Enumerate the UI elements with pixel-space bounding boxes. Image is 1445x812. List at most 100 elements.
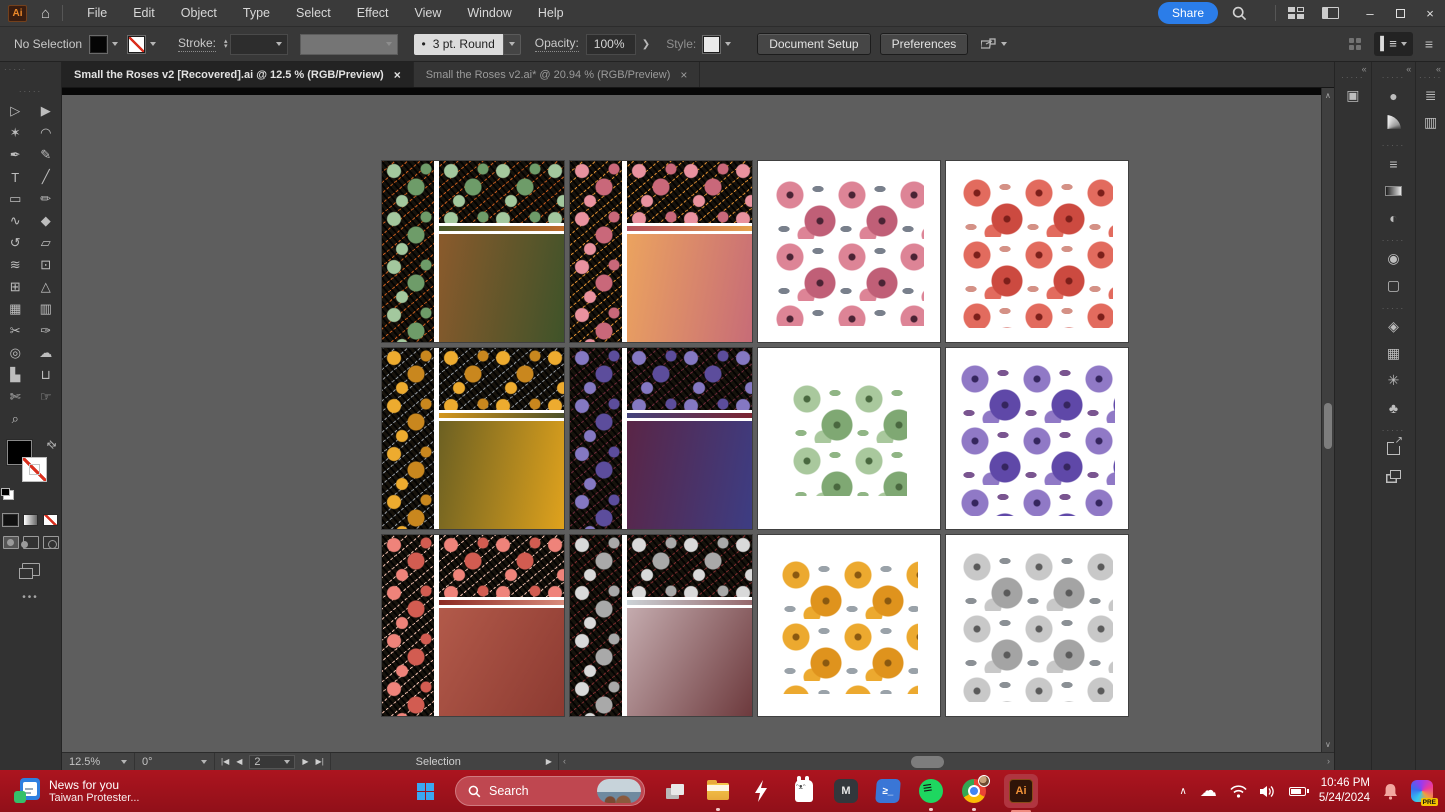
shape-builder-tool[interactable]: ⊞ xyxy=(0,276,31,298)
document-tab[interactable]: Small the Roses v2 [Recovered].ai @ 12.5… xyxy=(62,62,414,87)
stroke-weight-label[interactable]: Stroke: xyxy=(178,36,216,52)
menu-view[interactable]: View xyxy=(415,6,442,20)
rotation-dropdown[interactable]: 0° xyxy=(135,753,215,770)
column-graph-tool[interactable]: ▙ xyxy=(0,364,31,386)
document-tab[interactable]: Small the Roses v2.ai* @ 20.94 % (RGB/Pr… xyxy=(414,62,701,87)
volume-icon[interactable] xyxy=(1260,785,1276,798)
chevron-down-icon[interactable] xyxy=(725,42,731,46)
llama-app-icon[interactable] xyxy=(791,778,817,804)
illustrator-app-icon[interactable]: Ai xyxy=(8,5,27,22)
free-transform-tool[interactable]: ⊡ xyxy=(31,254,62,276)
artboard-1[interactable] xyxy=(381,160,565,343)
artboard-number-dropdown[interactable]: 2 xyxy=(249,755,295,769)
scroll-up-icon[interactable]: ∧ xyxy=(1325,91,1331,100)
rotate-tool[interactable]: ↺ xyxy=(0,232,31,254)
transparency-panel[interactable]: ◐ xyxy=(1372,204,1416,231)
opacity-label[interactable]: Opacity: xyxy=(535,36,579,52)
scroll-down-icon[interactable]: ∨ xyxy=(1325,740,1331,749)
minimize-button[interactable]: – xyxy=(1355,0,1385,26)
notification-bell-icon[interactable] xyxy=(1383,783,1398,800)
menu-window[interactable]: Window xyxy=(467,6,511,20)
taskbar-search[interactable]: Search xyxy=(455,776,645,806)
first-artboard-icon[interactable]: |◀ xyxy=(221,757,229,766)
graphic-styles-panel[interactable]: ▢ xyxy=(1372,272,1416,299)
chevron-down-icon[interactable] xyxy=(112,42,118,46)
touch-workspace-icon[interactable] xyxy=(1349,38,1362,51)
pen-tool[interactable]: ✒ xyxy=(0,144,31,166)
menu-type[interactable]: Type xyxy=(243,6,270,20)
swap-fill-stroke-icon[interactable]: ⇄ xyxy=(44,437,60,453)
artboard-11[interactable] xyxy=(757,534,941,717)
artboards-panel[interactable]: ▦ xyxy=(1372,340,1416,367)
libraries-panel[interactable]: ▥ xyxy=(1416,109,1445,136)
mesh-tool[interactable]: ▦ xyxy=(0,298,31,320)
draw-normal-button[interactable] xyxy=(3,536,19,549)
news-widget[interactable]: News for you Taiwan Protester... xyxy=(0,778,140,804)
zoom-tool[interactable]: ⌕ xyxy=(0,408,31,430)
canvas-area[interactable]: ∧ ∨ 12.5% 0° |◀ ◀ 2 ▶ ▶| xyxy=(62,88,1334,770)
artboard-4[interactable] xyxy=(945,160,1129,343)
stroke-weight-stepper[interactable]: ▴▾ xyxy=(224,39,228,49)
asset-export-panel[interactable] xyxy=(1372,462,1416,489)
gradient-panel[interactable] xyxy=(1372,177,1416,204)
brush-definition-dropdown[interactable]: • 3 pt. Round xyxy=(414,34,521,55)
menu-file[interactable]: File xyxy=(87,6,107,20)
default-fill-stroke-icon[interactable] xyxy=(3,490,14,500)
zoom-level-dropdown[interactable]: 12.5% xyxy=(62,753,135,770)
previous-artboard-icon[interactable]: ◀ xyxy=(236,757,242,766)
appearance-panel[interactable]: ◉ xyxy=(1372,245,1416,272)
line-segment-tool[interactable]: ╱ xyxy=(31,166,62,188)
workspace-switcher[interactable]: ▍≡ xyxy=(1374,32,1413,56)
artboard-6[interactable] xyxy=(569,347,753,530)
color-guide-panel[interactable] xyxy=(1372,109,1416,136)
close-tab-icon[interactable]: × xyxy=(680,68,687,82)
horizontal-scrollbar[interactable]: ‹ › xyxy=(558,753,1334,770)
stroke-color-swatch[interactable] xyxy=(128,36,145,53)
draw-inside-button[interactable] xyxy=(43,536,59,549)
scroll-left-icon[interactable]: ‹ xyxy=(563,756,566,766)
color-mode-button[interactable] xyxy=(3,514,18,526)
scissors-tool[interactable]: ✂ xyxy=(0,320,31,342)
chrome-icon[interactable] xyxy=(961,778,987,804)
document-layout-icon[interactable] xyxy=(1322,7,1339,19)
hand-tool[interactable]: ☞ xyxy=(31,386,62,408)
screen-mode-button[interactable] xyxy=(22,563,40,576)
restore-button[interactable] xyxy=(1385,0,1415,26)
vertical-scroll-thumb[interactable] xyxy=(1324,403,1332,449)
brushes-panel[interactable]: ✳ xyxy=(1372,367,1416,394)
fill-color-swatch[interactable] xyxy=(90,36,107,53)
magic-wand-tool[interactable]: ✶ xyxy=(0,122,31,144)
scale-tool[interactable]: ▱ xyxy=(31,232,62,254)
symbol-sprayer-tool[interactable]: ☁ xyxy=(31,342,62,364)
stroke-swatch[interactable] xyxy=(22,457,47,482)
last-artboard-icon[interactable]: ▶| xyxy=(316,757,324,766)
illustrator-taskbar-icon[interactable]: Ai xyxy=(1004,774,1038,808)
opacity-value-field[interactable]: 100% xyxy=(586,34,636,55)
search-icon[interactable] xyxy=(1232,6,1247,21)
opacity-expand-icon[interactable]: ❯ xyxy=(636,39,656,50)
symbol-options-icon[interactable] xyxy=(981,38,1007,51)
document-setup-button[interactable]: Document Setup xyxy=(757,33,870,55)
arrange-documents-icon[interactable] xyxy=(1288,7,1304,19)
next-artboard-icon[interactable]: ▶ xyxy=(302,757,308,766)
menu-effect[interactable]: Effect xyxy=(357,6,389,20)
stroke-panel[interactable]: ≡ xyxy=(1372,150,1416,177)
artboard-8[interactable] xyxy=(945,347,1129,530)
panel-menu-icon[interactable]: ≡ xyxy=(1425,36,1433,52)
menu-edit[interactable]: Edit xyxy=(133,6,155,20)
stroke-weight-dropdown[interactable] xyxy=(230,34,288,55)
artboard-9[interactable] xyxy=(381,534,565,717)
wifi-icon[interactable] xyxy=(1230,785,1247,798)
eyedropper-tool[interactable]: ✑ xyxy=(31,320,62,342)
vertical-scrollbar[interactable]: ∧ ∨ xyxy=(1321,88,1334,752)
artboard-2[interactable] xyxy=(569,160,753,343)
3d-and-materials-panel[interactable]: ▣ xyxy=(1335,82,1371,109)
artboard-3[interactable] xyxy=(757,160,941,343)
slice-tool[interactable]: ✄ xyxy=(0,386,31,408)
lasso-tool[interactable]: ◠ xyxy=(31,122,62,144)
spotify-icon[interactable] xyxy=(918,778,944,804)
rectangle-tool[interactable]: ▭ xyxy=(0,188,31,210)
menu-help[interactable]: Help xyxy=(538,6,564,20)
menu-object[interactable]: Object xyxy=(181,6,217,20)
type-tool[interactable]: T xyxy=(0,166,31,188)
